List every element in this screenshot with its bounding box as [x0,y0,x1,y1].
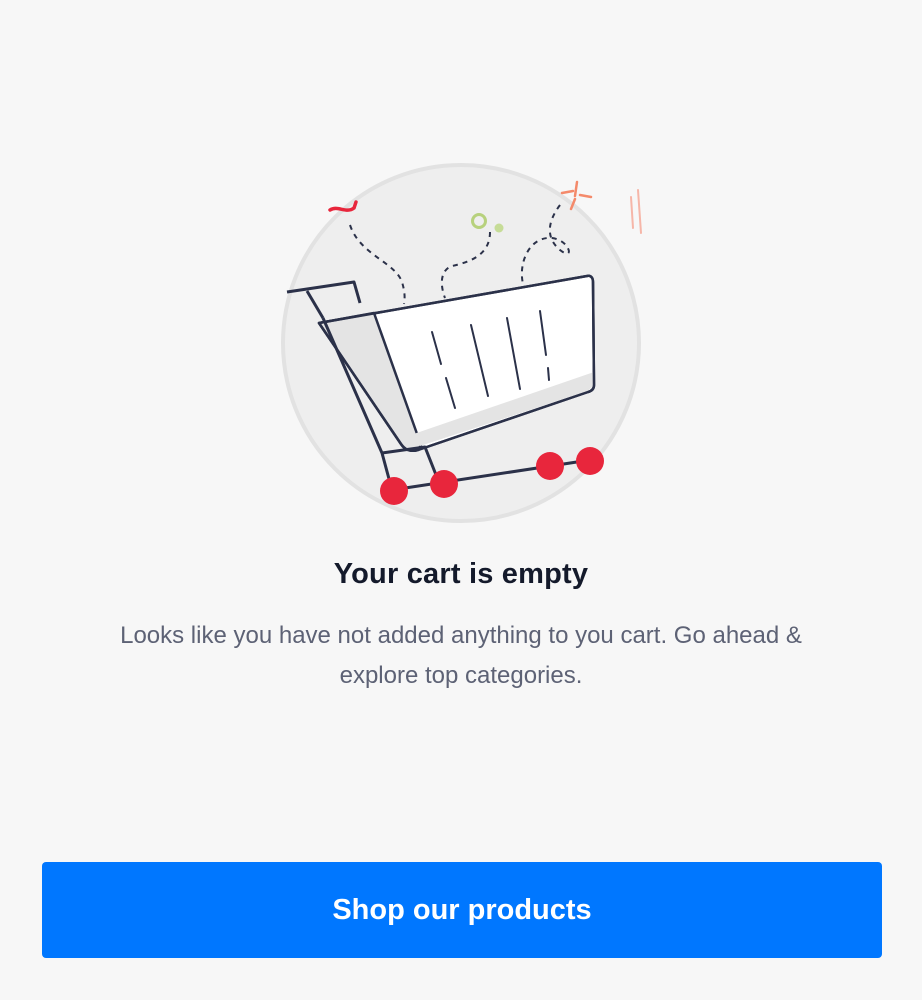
empty-cart-title: Your cart is empty [333,558,589,590]
wheel-icon [430,470,458,498]
wheel-icon [380,477,408,505]
wheel-icon [536,452,564,480]
empty-cart-illustration [281,163,642,523]
empty-cart-message: Looks like you have not added anything t… [120,622,802,689]
shop-products-button[interactable]: Shop our products [42,862,882,958]
green-dot [494,223,504,233]
wheel-icon [576,447,604,475]
